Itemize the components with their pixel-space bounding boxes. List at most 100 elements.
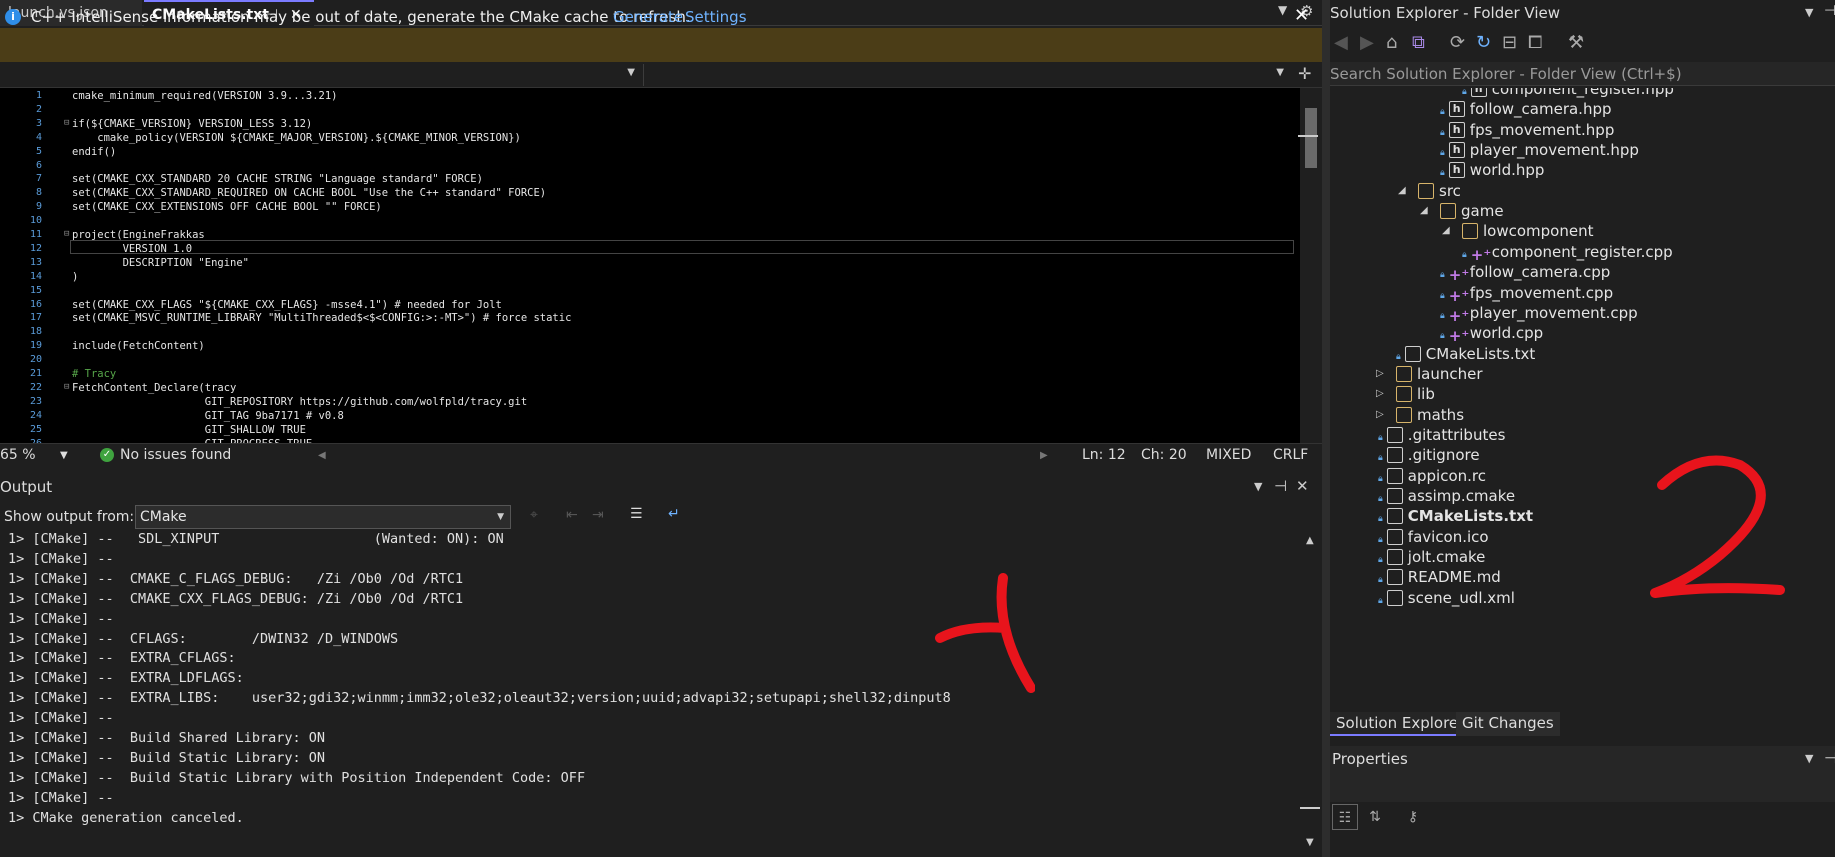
collapsed-arrow-icon[interactable]: ▷ xyxy=(1376,404,1384,426)
next-message-icon: ⇥ xyxy=(592,507,604,523)
clear-all-icon[interactable]: ☰ xyxy=(630,506,643,522)
settings-link[interactable]: Settings xyxy=(685,8,747,26)
split-editor-icon[interactable]: ✛ xyxy=(1298,64,1311,83)
tree-file-item[interactable]: 🔒︎ +⁺player_movement.cpp xyxy=(1440,302,1638,325)
tab-solution-explorer[interactable]: Solution Explorer xyxy=(1330,712,1471,736)
fold-toggle-icon[interactable]: ⊟ xyxy=(64,382,69,392)
tree-folder-item[interactable]: ◢ src xyxy=(1398,180,1461,202)
fold-toggle-icon[interactable]: ⊟ xyxy=(64,118,69,128)
line-ending-indicator[interactable]: CRLF xyxy=(1273,447,1308,463)
refresh-icon[interactable]: ⟳ xyxy=(1450,32,1465,53)
tree-folder-item[interactable]: ▷ launcher xyxy=(1376,363,1483,385)
forward-icon[interactable]: ▶ xyxy=(1360,32,1374,53)
home-icon[interactable]: ⌂ xyxy=(1386,32,1397,53)
properties-wrench-icon[interactable]: ⚒ xyxy=(1568,32,1584,53)
output-line: 1> [CMake] -- SDL_XINPUT (Wanted: ON): O… xyxy=(8,533,504,547)
collapsed-arrow-icon[interactable]: ▷ xyxy=(1376,363,1384,385)
fold-toggle-icon[interactable]: ⊟ xyxy=(64,229,69,239)
editor-scrollbar-thumb[interactable] xyxy=(1305,108,1317,168)
lock-icon: 🔒︎ xyxy=(1440,290,1445,301)
tree-item-label: world.cpp xyxy=(1469,324,1544,343)
issues-status[interactable]: No issues found xyxy=(120,447,231,463)
chevron-down-icon[interactable]: ▼ xyxy=(1805,752,1813,765)
expanded-arrow-icon[interactable]: ◢ xyxy=(1398,180,1406,202)
line-number: 1 xyxy=(35,90,42,101)
scroll-up-icon[interactable]: ▲ xyxy=(1306,535,1314,546)
collapse-all-icon[interactable]: ⊟ xyxy=(1502,32,1517,53)
lock-icon: 🔒︎ xyxy=(1378,555,1383,566)
previous-message-icon: ⇤ xyxy=(566,507,578,523)
code-line: include(FetchContent) xyxy=(72,340,205,353)
zoom-level[interactable]: 65 % xyxy=(0,447,36,463)
sync-icon[interactable]: ↻ xyxy=(1476,32,1491,53)
tree-file-item[interactable]: 🔒︎ appicon.rc xyxy=(1378,465,1486,487)
switch-views-icon[interactable]: ⧉ xyxy=(1412,32,1425,53)
code-line: set(CMAKE_CXX_FLAGS "${CMAKE_CXX_FLAGS} … xyxy=(72,298,502,311)
scrollbar-thumb[interactable] xyxy=(1300,807,1320,809)
tree-item-label: world.hpp xyxy=(1469,161,1545,180)
tree-file-item[interactable]: 🔒︎ README.md xyxy=(1378,566,1501,588)
scope-dropdown[interactable]: ▼ xyxy=(0,64,644,86)
column-indicator[interactable]: Ch: 20 xyxy=(1141,447,1187,463)
whitespace-indicator[interactable]: MIXED xyxy=(1206,447,1251,463)
tree-folder-item[interactable]: ◢ game xyxy=(1420,200,1504,222)
tree-file-item[interactable]: 🔒︎ +⁺fps_movement.cpp xyxy=(1440,282,1613,305)
line-indicator[interactable]: Ln: 12 xyxy=(1082,447,1126,463)
scroll-left-icon[interactable]: ◀ xyxy=(318,450,326,461)
tree-file-item[interactable]: 🔒︎ scene_udl.xml xyxy=(1378,587,1515,609)
lock-icon: 🔒︎ xyxy=(1462,249,1467,260)
tree-file-item[interactable]: 🔒︎ assimp.cmake xyxy=(1378,485,1515,507)
show-all-files-icon[interactable]: ⧠ xyxy=(1528,32,1542,53)
tree-folder-item[interactable]: ◢ lowcomponent xyxy=(1442,220,1593,242)
file-icon xyxy=(1386,488,1403,504)
pin-icon[interactable]: ⊣ xyxy=(1824,3,1835,19)
tab-overflow-dropdown-icon[interactable]: ▼ xyxy=(1278,3,1287,17)
tree-folder-item[interactable]: ▷ lib xyxy=(1376,383,1435,405)
tree-file-item[interactable]: 🔒︎ +⁺world.cpp xyxy=(1440,322,1544,345)
tab-git-changes[interactable]: Git Changes xyxy=(1456,712,1560,736)
tree-file-item[interactable]: 🔒︎ CMakeLists.txt xyxy=(1396,343,1535,365)
output-scrollbar[interactable]: ▲ ▼ xyxy=(1300,533,1322,857)
scroll-right-icon[interactable]: ▶ xyxy=(1040,450,1048,461)
search-placeholder: Search Solution Explorer - Folder View (… xyxy=(1330,65,1682,83)
header-file-icon xyxy=(1448,159,1465,181)
pin-icon[interactable]: ⊣ xyxy=(1824,749,1835,767)
solution-explorer-search[interactable]: Search Solution Explorer - Folder View (… xyxy=(1330,62,1835,86)
tree-file-item[interactable]: 🔒︎ favicon.ico xyxy=(1378,526,1489,548)
close-icon[interactable]: ✕ xyxy=(1296,477,1309,495)
categorized-icon[interactable]: ☷ xyxy=(1332,804,1358,830)
expanded-arrow-icon[interactable]: ◢ xyxy=(1442,220,1450,242)
pin-icon[interactable]: ⊣ xyxy=(1274,477,1287,495)
alphabetical-icon[interactable]: ⇅ xyxy=(1362,804,1388,830)
chevron-down-icon[interactable]: ▼ xyxy=(1805,6,1813,19)
zoom-dropdown-icon[interactable]: ▼ xyxy=(60,450,68,461)
tree-folder-item[interactable]: ▷ maths xyxy=(1376,404,1464,426)
output-text-area[interactable]: 1> [CMake] -- SDL_XINPUT (Wanted: ON): O… xyxy=(0,533,1300,857)
tree-file-item[interactable]: 🔒︎ fps_movement.hpp xyxy=(1440,119,1614,141)
tree-file-item[interactable]: 🔒︎ CMakeLists.txt xyxy=(1378,505,1533,527)
output-source-select[interactable]: CMake ▼ xyxy=(135,505,511,529)
code-line: if(${CMAKE_VERSION} VERSION_LESS 3.12) xyxy=(72,117,313,130)
lock-icon: 🔒︎ xyxy=(1440,270,1445,281)
tree-file-item[interactable]: 🔒︎ .gitattributes xyxy=(1378,424,1505,446)
expanded-arrow-icon[interactable]: ◢ xyxy=(1420,200,1428,222)
generate-link[interactable]: Generate xyxy=(613,8,683,26)
line-number: 6 xyxy=(35,159,42,171)
back-icon[interactable]: ◀ xyxy=(1334,32,1348,53)
scroll-down-icon[interactable]: ▼ xyxy=(1306,837,1314,848)
word-wrap-icon[interactable]: ↵ xyxy=(668,506,680,522)
chevron-down-icon[interactable]: ▼ xyxy=(1254,480,1262,493)
tree-file-item[interactable]: 🔒︎ world.hpp xyxy=(1440,159,1544,181)
tree-file-item[interactable]: 🔒︎ +⁺component_register.cpp xyxy=(1462,241,1673,264)
infobar-close-icon[interactable]: ✕ xyxy=(1294,5,1309,26)
tree-file-item[interactable]: 🔒︎ jolt.cmake xyxy=(1378,546,1485,568)
tree-file-item[interactable]: 🔒︎ player_movement.hpp xyxy=(1440,139,1639,161)
tree-file-item[interactable]: 🔒︎ +⁺follow_camera.cpp xyxy=(1440,261,1610,284)
tree-file-item[interactable]: 🔒︎ .gitignore xyxy=(1378,444,1480,466)
property-pages-icon[interactable]: ⚷ xyxy=(1400,804,1426,830)
code-editor[interactable]: 1 cmake_minimum_required(VERSION 3.9...3.… xyxy=(0,88,1300,443)
collapsed-arrow-icon[interactable]: ▷ xyxy=(1376,383,1384,405)
tree-file-item[interactable]: 🔒︎ follow_camera.hpp xyxy=(1440,98,1612,120)
member-dropdown[interactable]: ▼ xyxy=(646,64,1292,86)
tree-item-label: assimp.cmake xyxy=(1407,487,1516,505)
